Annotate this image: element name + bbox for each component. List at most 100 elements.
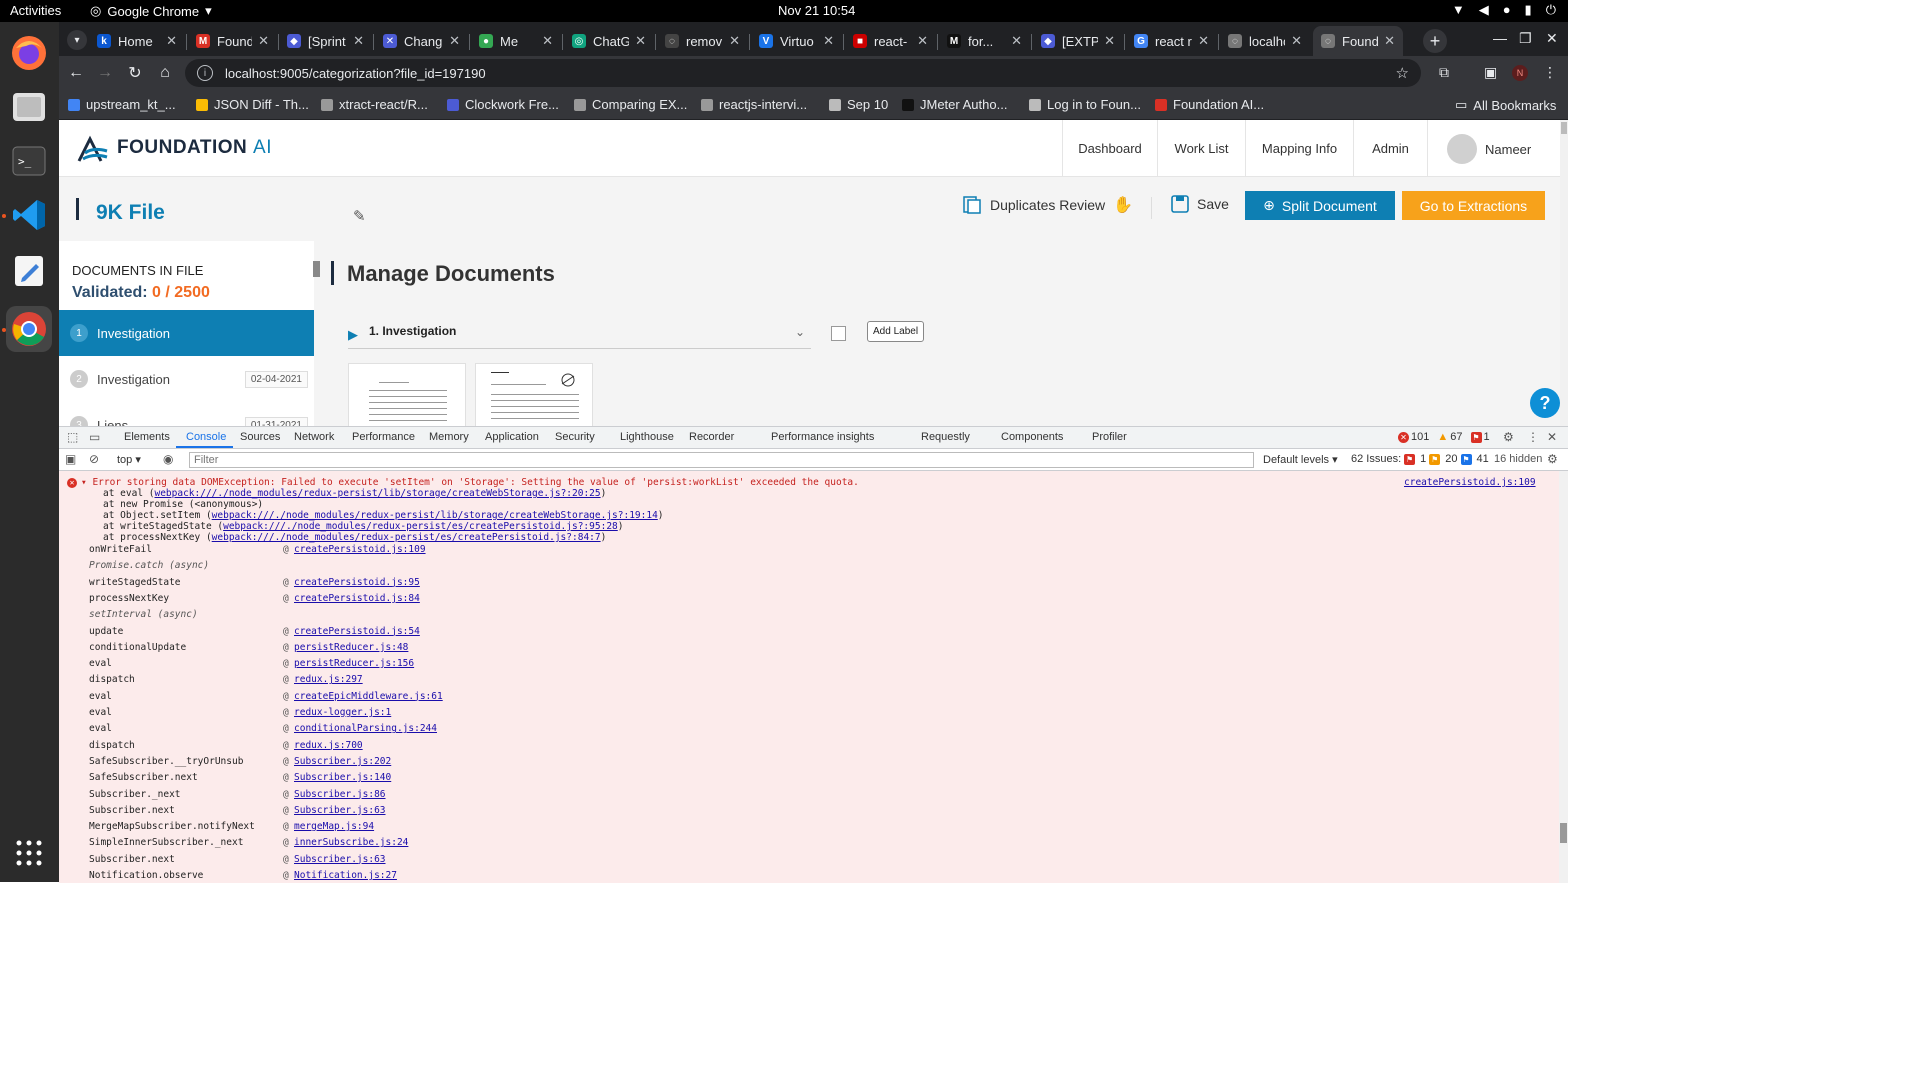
stack-source-link[interactable]: Subscriber.js:63 — [294, 854, 386, 865]
maximize-icon[interactable]: ❐ — [1519, 30, 1532, 47]
play-icon[interactable]: ▶ — [348, 327, 358, 343]
browser-tab[interactable]: ■ react- ✕ — [845, 26, 936, 56]
devtools-tab-console[interactable]: Console — [186, 431, 226, 443]
close-tab-icon[interactable]: ✕ — [1291, 33, 1302, 49]
trace-source-link[interactable]: webpack:///./node_modules/redux-persist/… — [212, 510, 658, 521]
add-label-button[interactable]: Add Label — [867, 321, 925, 342]
bookmark-item[interactable]: Foundation AI... — [1155, 97, 1264, 112]
close-tab-icon[interactable]: ✕ — [166, 33, 177, 49]
nav-admin[interactable]: Admin — [1353, 120, 1427, 177]
all-bookmarks[interactable]: ▭ All Bookmarks — [1455, 97, 1556, 113]
browser-tab[interactable]: ◆ [EXTP ✕ — [1033, 26, 1123, 56]
browser-tab[interactable]: ✕ Chang ✕ — [375, 26, 468, 56]
more-options-icon[interactable]: ⋮ — [1527, 430, 1539, 444]
devtools-tab-security[interactable]: Security — [555, 431, 595, 443]
browser-tab[interactable]: Greact r ✕ — [1126, 26, 1217, 56]
close-tab-icon[interactable]: ✕ — [449, 33, 460, 49]
devtools-tab-memory[interactable]: Memory — [429, 431, 469, 443]
profile-avatar[interactable]: N — [1512, 65, 1528, 81]
close-tab-icon[interactable]: ✕ — [635, 33, 646, 49]
context-selector[interactable]: top ▾ — [117, 453, 141, 466]
activities-button[interactable]: Activities — [10, 3, 61, 18]
console-counts[interactable]: ✕ 101 ▲ 67 ⚑ 1 — [1398, 431, 1490, 443]
devtools-tab-performance[interactable]: Performance — [352, 431, 415, 443]
app-menu[interactable]: ◎ Google Chrome ▾ — [90, 3, 212, 19]
extensions-icon[interactable]: ⧉ — [1439, 64, 1449, 81]
system-tray[interactable]: ▼ ◀ ● ▮ ⏻ — [1452, 2, 1556, 18]
close-tab-icon[interactable]: ✕ — [1104, 33, 1115, 49]
browser-tab[interactable]: ◆ [Sprint ✕ — [279, 26, 372, 56]
dock-chrome[interactable] — [6, 306, 52, 352]
sidebar-document-item[interactable]: 3 Liens 01-31-2021 — [59, 402, 314, 426]
close-icon[interactable]: ✕ — [1547, 430, 1557, 444]
chrome-menu-icon[interactable]: ⋮ — [1543, 64, 1557, 81]
browser-tab[interactable]: ◌ localhc ✕ — [1220, 26, 1310, 56]
devtools-tab-sources[interactable]: Sources — [240, 431, 280, 443]
browser-tab[interactable]: M Found ✕ — [188, 26, 277, 56]
stack-source-link[interactable]: conditionalParsing.js:244 — [294, 723, 437, 734]
page-thumbnail[interactable] — [475, 363, 593, 426]
minimize-icon[interactable]: — — [1493, 30, 1507, 46]
stack-source-link[interactable]: Subscriber.js:202 — [294, 756, 391, 767]
stack-source-link[interactable]: Subscriber.js:63 — [294, 805, 386, 816]
browser-tab[interactable]: ◎ ChatG ✕ — [564, 26, 654, 56]
stack-source-link[interactable]: createPersistoid.js:54 — [294, 626, 420, 637]
eye-icon[interactable]: ◉ — [163, 452, 173, 466]
sidebar-toggle-icon[interactable]: ▣ — [65, 452, 76, 466]
error-message[interactable]: ✕ ▾ Error storing data DOMException: Fail… — [67, 477, 859, 488]
stack-source-link[interactable]: Subscriber.js:86 — [294, 789, 386, 800]
document-checkbox[interactable] — [831, 326, 846, 341]
site-info-icon[interactable]: i — [197, 65, 213, 81]
hand-icon[interactable]: ✋ — [1113, 195, 1133, 215]
dock-vscode[interactable] — [6, 192, 52, 238]
dock-files[interactable] — [6, 84, 52, 130]
error-source-link[interactable]: createPersistoid.js:109 — [1404, 477, 1536, 488]
bookmark-item[interactable]: upstream_kt_... — [68, 97, 176, 112]
bookmark-item[interactable]: xtract-react/R... — [321, 97, 428, 112]
console-scrollbar-thumb[interactable] — [1560, 823, 1567, 843]
new-tab-button[interactable]: + — [1423, 29, 1447, 53]
sidebar-document-item[interactable]: 1 Investigation — [59, 310, 314, 356]
stack-source-link[interactable]: createPersistoid.js:84 — [294, 593, 420, 604]
log-levels-dropdown[interactable]: Default levels ▾ — [1263, 453, 1338, 466]
bookmark-item[interactable]: Comparing EX... — [574, 97, 687, 112]
device-toolbar-icon[interactable]: ▭ — [89, 430, 100, 444]
devtools-tab-requestly[interactable]: Requestly — [921, 431, 970, 443]
foundation-ai-logo[interactable]: FOUNDATION AI — [75, 133, 272, 163]
bookmark-item[interactable]: Sep 10 — [829, 97, 888, 112]
stack-source-link[interactable]: Notification.js:27 — [294, 870, 397, 881]
page-thumbnail[interactable] — [348, 363, 466, 426]
dock-terminal[interactable]: >_ — [6, 138, 52, 184]
close-tab-icon[interactable]: ✕ — [1011, 33, 1022, 49]
issues-counter[interactable]: 62 Issues: ⚑ 1 ⚑ 20 ⚑ 41 — [1351, 453, 1489, 465]
close-tab-icon[interactable]: ✕ — [823, 33, 834, 49]
stack-source-link[interactable]: createEpicMiddleware.js:61 — [294, 691, 443, 702]
trace-source-link[interactable]: webpack:///./node_modules/redux-persist/… — [154, 488, 600, 499]
tab-search-button[interactable]: ▾ — [67, 30, 87, 50]
devtools-tab-elements[interactable]: Elements — [124, 431, 170, 443]
close-tab-icon[interactable]: ✕ — [1198, 33, 1209, 49]
dock-text-editor[interactable] — [6, 248, 52, 294]
reload-icon[interactable]: ↻ — [124, 62, 146, 84]
devtools-tab-profiler[interactable]: Profiler — [1092, 431, 1127, 443]
stack-source-link[interactable]: mergeMap.js:94 — [294, 821, 374, 832]
stack-source-link[interactable]: redux-logger.js:1 — [294, 707, 391, 718]
duplicates-review-button[interactable]: Duplicates Review — [962, 195, 1105, 215]
nav-work-list[interactable]: Work List — [1157, 120, 1245, 177]
close-tab-icon[interactable]: ✕ — [1384, 33, 1395, 49]
bookmark-item[interactable]: JSON Diff - Th... — [196, 97, 309, 112]
document-group-row[interactable]: ▶ 1. Investigation ⌄ — [348, 319, 811, 349]
stack-source-link[interactable]: createPersistoid.js:109 — [294, 544, 426, 555]
devtools-tab-components[interactable]: Components — [1001, 431, 1063, 443]
home-icon[interactable]: ⌂ — [154, 62, 176, 84]
stack-source-link[interactable]: persistReducer.js:48 — [294, 642, 408, 653]
devtools-tab-recorder[interactable]: Recorder — [689, 431, 734, 443]
show-apps-button[interactable] — [6, 830, 52, 876]
page-scrollbar-thumb[interactable] — [1561, 122, 1567, 134]
devtools-tab-performance-insights[interactable]: Performance insights — [771, 431, 874, 443]
devtools-tab-network[interactable]: Network — [294, 431, 334, 443]
console-output[interactable]: ✕ ▾ Error storing data DOMException: Fail… — [59, 471, 1559, 883]
stack-source-link[interactable]: Subscriber.js:140 — [294, 772, 391, 783]
browser-tab[interactable]: ◌ Found ✕ — [1313, 26, 1403, 56]
stack-source-link[interactable]: persistReducer.js:156 — [294, 658, 414, 669]
